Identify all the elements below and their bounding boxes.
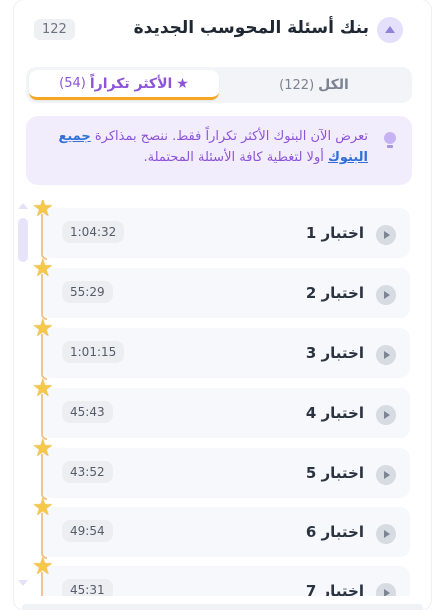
play-icon[interactable] xyxy=(376,465,396,485)
duration-badge: 55:29 xyxy=(62,281,113,303)
test-label: اختبار 1 xyxy=(305,224,364,242)
star-icon: ★ xyxy=(176,75,189,92)
page-title: بنك أسئلة المحوسب الجديدة xyxy=(133,18,369,38)
test-label: اختبار 3 xyxy=(305,344,364,362)
filter-tabs: الكل (122) ★ الأكثر تكراراً (54) xyxy=(26,67,412,103)
duration-badge: 43:52 xyxy=(62,461,113,483)
test-row[interactable]: ★ اختبار 6 49:54 xyxy=(32,495,410,559)
test-row[interactable]: ★ اختبار 7 45:31 xyxy=(32,554,410,596)
duration-badge: 1:01:15 xyxy=(62,341,125,363)
banner-text-end: أولا لتغطية كافة الأسئلة المحتملة. xyxy=(143,150,328,165)
star-icon: ★ xyxy=(32,200,54,222)
banner-text: تعرض الآن البنوك الأكثر تكراراً فقط. ننص… xyxy=(38,126,368,168)
tab-frequent-count: (54) xyxy=(59,76,86,91)
test-row[interactable]: ★ اختبار 1 1:04:32 xyxy=(32,200,410,260)
total-count-badge: 122 xyxy=(34,19,75,40)
test-row[interactable]: ★ اختبار 4 45:43 xyxy=(32,376,410,440)
star-icon: ★ xyxy=(32,254,54,282)
tab-frequent-label: الأكثر تكراراً xyxy=(89,75,173,92)
test-label: اختبار 4 xyxy=(305,404,364,422)
star-icon: ★ xyxy=(32,314,54,342)
banner-text-start: تعرض الآن البنوك الأكثر تكراراً فقط. ننص… xyxy=(90,129,368,144)
lightbulb-icon xyxy=(384,132,396,148)
test-row[interactable]: ★ اختبار 5 43:52 xyxy=(32,436,410,500)
play-icon[interactable] xyxy=(376,285,396,305)
play-icon[interactable] xyxy=(376,524,396,544)
tab-all[interactable]: الكل (122) xyxy=(219,70,409,100)
test-label: اختبار 6 xyxy=(305,523,364,541)
test-row[interactable]: ★ اختبار 2 55:29 xyxy=(32,256,410,320)
tests-list: ★ اختبار 1 1:04:32 ★ اختبار 2 55:29 ★ اخ… xyxy=(14,200,431,596)
collapse-button[interactable] xyxy=(377,17,403,43)
play-icon[interactable] xyxy=(376,583,396,596)
tab-all-count: (122) xyxy=(279,77,315,93)
panel-header: بنك أسئلة المحوسب الجديدة 122 xyxy=(14,6,431,50)
test-label: اختبار 7 xyxy=(305,582,364,596)
panel-footer-edge xyxy=(22,604,423,610)
test-label: اختبار 2 xyxy=(305,284,364,302)
tab-most-frequent[interactable]: ★ الأكثر تكراراً (54) xyxy=(29,70,219,100)
play-icon[interactable] xyxy=(376,345,396,365)
star-icon: ★ xyxy=(32,374,54,402)
duration-badge: 45:31 xyxy=(62,579,113,596)
info-banner: تعرض الآن البنوك الأكثر تكراراً فقط. ننص… xyxy=(26,116,412,185)
duration-badge: 1:04:32 xyxy=(62,221,125,243)
play-icon[interactable] xyxy=(376,405,396,425)
chevron-up-icon xyxy=(385,25,395,33)
play-icon[interactable] xyxy=(376,225,396,245)
test-row[interactable]: ★ اختبار 3 1:01:15 xyxy=(32,316,410,380)
star-icon: ★ xyxy=(32,493,54,521)
duration-badge: 45:43 xyxy=(62,401,113,423)
duration-badge: 49:54 xyxy=(62,520,113,542)
star-icon: ★ xyxy=(32,434,54,462)
tab-all-label: الكل xyxy=(318,77,349,93)
test-label: اختبار 5 xyxy=(305,464,364,482)
star-icon: ★ xyxy=(32,552,54,580)
